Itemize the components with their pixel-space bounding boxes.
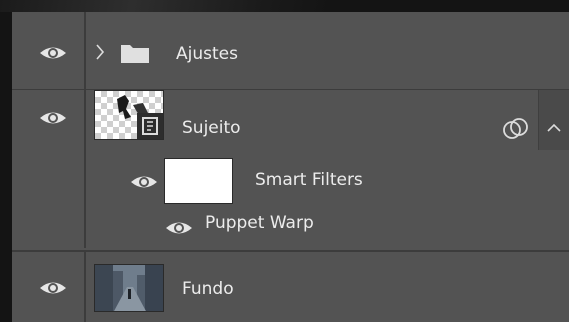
smart-filters-label[interactable]: Smart Filters: [255, 170, 363, 190]
layers-panel: Ajustes Sujeito Smart Filters Puppet War…: [12, 12, 569, 322]
eye-icon[interactable]: [164, 218, 194, 238]
chevron-up-icon[interactable]: [547, 118, 561, 132]
background-streak: [0, 0, 330, 12]
smart-filter-mask-thumbnail[interactable]: [164, 158, 233, 204]
visibility-column: [12, 90, 86, 158]
eye-icon[interactable]: [38, 108, 68, 128]
layer-name-ajustes[interactable]: Ajustes: [176, 44, 238, 64]
smart-filters-row[interactable]: Smart Filters: [12, 158, 569, 206]
visibility-column: [12, 158, 86, 206]
layer-thumbnail-sujeito[interactable]: [94, 90, 164, 140]
layer-row-fundo[interactable]: Fundo: [12, 250, 569, 322]
filter-row-puppet-warp[interactable]: Puppet Warp: [12, 206, 569, 248]
visibility-column: [12, 252, 86, 322]
filter-name-puppet-warp[interactable]: Puppet Warp: [205, 213, 314, 233]
eye-icon[interactable]: [38, 43, 68, 63]
linked-circles-icon[interactable]: [502, 117, 530, 141]
layer-row-ajustes[interactable]: Ajustes: [12, 12, 569, 90]
layer-name-sujeito[interactable]: Sujeito: [182, 118, 241, 138]
visibility-column: [12, 12, 86, 89]
scrollbar[interactable]: [538, 90, 569, 150]
visibility-column: [12, 206, 86, 248]
smart-object-icon: [137, 113, 163, 139]
eye-icon[interactable]: [129, 172, 159, 192]
eye-icon[interactable]: [38, 278, 68, 298]
folder-icon: [120, 42, 150, 64]
layer-name-fundo[interactable]: Fundo: [182, 279, 234, 299]
layer-row-sujeito[interactable]: Sujeito: [12, 90, 569, 158]
layer-thumbnail-fundo[interactable]: [94, 264, 164, 312]
chevron-right-icon[interactable]: [95, 43, 105, 61]
